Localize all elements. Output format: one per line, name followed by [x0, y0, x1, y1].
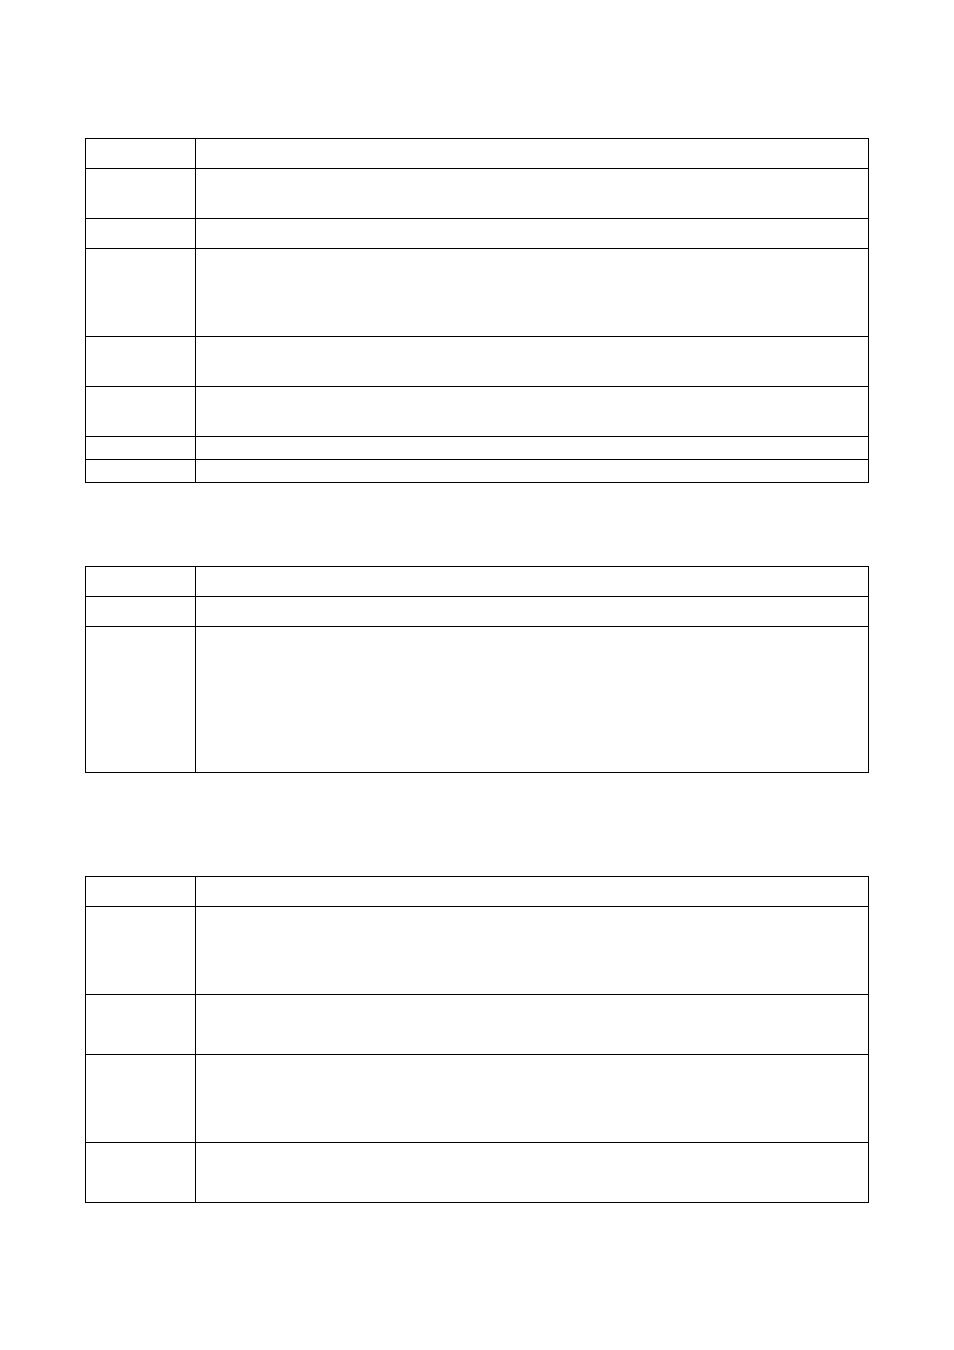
- table-row: [86, 877, 869, 907]
- table-cell: [196, 337, 869, 387]
- table-row: [86, 219, 869, 249]
- table-row: [86, 437, 869, 460]
- table-cell: [86, 597, 196, 627]
- table-row: [86, 1143, 869, 1203]
- table-cell: [196, 249, 869, 337]
- table-cell: [86, 995, 196, 1055]
- table-cell: [86, 219, 196, 249]
- table-cell: [86, 1143, 196, 1203]
- table-cell: [196, 460, 869, 483]
- table-row: [86, 995, 869, 1055]
- table-cell: [196, 877, 869, 907]
- table-cell: [86, 627, 196, 773]
- table-cell: [86, 1055, 196, 1143]
- table-cell: [196, 995, 869, 1055]
- table-cell: [196, 437, 869, 460]
- table-1: [85, 138, 869, 483]
- table-cell: [86, 907, 196, 995]
- table-cell: [86, 460, 196, 483]
- table-3: [85, 876, 869, 1203]
- table-cell: [86, 169, 196, 219]
- table-cell: [86, 877, 196, 907]
- table-cell: [86, 437, 196, 460]
- table-row: [86, 627, 869, 773]
- table-row: [86, 597, 869, 627]
- table-row: [86, 169, 869, 219]
- table-cell: [86, 337, 196, 387]
- table-cell: [86, 567, 196, 597]
- table-cell: [196, 387, 869, 437]
- table-row: [86, 337, 869, 387]
- table-cell: [196, 1143, 869, 1203]
- table-2: [85, 566, 869, 773]
- table-cell: [196, 169, 869, 219]
- table-row: [86, 567, 869, 597]
- table-cell: [196, 139, 869, 169]
- table-row: [86, 907, 869, 995]
- table-cell: [196, 1055, 869, 1143]
- table-cell: [196, 567, 869, 597]
- table-cell: [86, 249, 196, 337]
- table-cell: [86, 387, 196, 437]
- table-row: [86, 1055, 869, 1143]
- table-row: [86, 249, 869, 337]
- table-cell: [196, 907, 869, 995]
- table-row: [86, 139, 869, 169]
- table-cell: [196, 219, 869, 249]
- table-cell: [196, 627, 869, 773]
- table-cell: [86, 139, 196, 169]
- page: [0, 0, 954, 1350]
- table-row: [86, 387, 869, 437]
- table-cell: [196, 597, 869, 627]
- table-row: [86, 460, 869, 483]
